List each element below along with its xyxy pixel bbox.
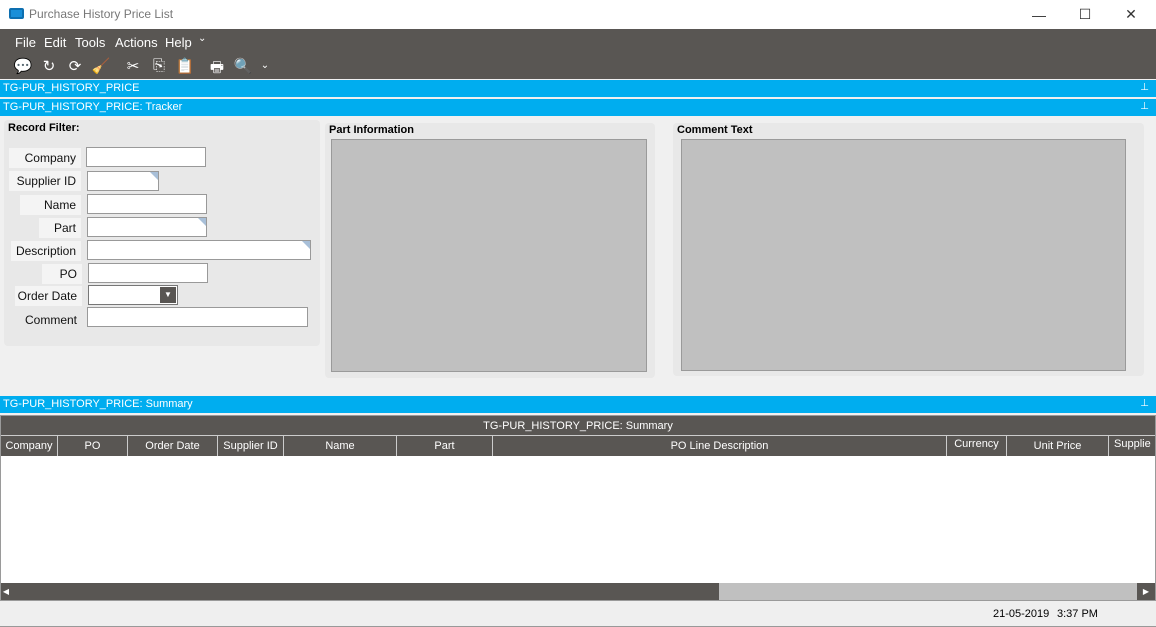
column-header-po[interactable]: PO	[58, 436, 128, 456]
status-bar: 21-05-2019 3:37 PM	[0, 601, 1156, 627]
chat-icon[interactable]: 💬	[13, 57, 33, 75]
column-header-part[interactable]: Part	[397, 436, 493, 456]
column-header-supplier[interactable]: Supplie	[1109, 436, 1156, 456]
part-information-area	[331, 139, 647, 372]
main-bar-title: TG-PUR_HISTORY_PRICE	[3, 82, 140, 94]
paste-icon[interactable]: 📋	[175, 57, 195, 75]
print-preview-icon[interactable]: 🔍	[233, 57, 253, 75]
main-bar: TG-PUR_HISTORY_PRICE ⊥	[0, 80, 1156, 97]
close-button[interactable]: ✕	[1108, 0, 1154, 29]
menu-edit[interactable]: Edit	[44, 35, 66, 50]
company-label: Company	[9, 148, 81, 168]
summary-bar: TG-PUR_HISTORY_PRICE: Summary ⊥	[0, 396, 1156, 413]
clear-broom-icon[interactable]: 🧹	[91, 57, 111, 75]
tracker-bar: TG-PUR_HISTORY_PRICE: Tracker ⊥	[0, 99, 1156, 116]
menu-help[interactable]: Help	[165, 35, 192, 50]
name-input[interactable]	[87, 194, 207, 214]
comment-input[interactable]	[87, 307, 308, 327]
column-header-unit-price[interactable]: Unit Price	[1007, 436, 1109, 456]
pin-icon[interactable]: ⊥	[1140, 82, 1149, 93]
tracker-bar-title: TG-PUR_HISTORY_PRICE: Tracker	[3, 101, 183, 113]
scroll-right-icon[interactable]: ▶	[1137, 583, 1155, 600]
po-label: PO	[42, 264, 82, 284]
menu-file[interactable]: File	[15, 35, 36, 50]
pin-icon[interactable]: ⊥	[1140, 398, 1149, 409]
horizontal-scrollbar[interactable]: ◀ ▶	[1, 583, 1155, 600]
description-label: Description	[11, 241, 81, 261]
status-time: 3:37 PM	[1057, 608, 1098, 620]
column-header-supplier-id[interactable]: Supplier ID	[218, 436, 284, 456]
title-bar: Purchase History Price List — ☐ ✕	[0, 0, 1156, 29]
column-header-order-date[interactable]: Order Date	[128, 436, 218, 456]
company-input[interactable]	[86, 147, 206, 167]
order-date-dropdown[interactable]: ▼	[88, 285, 178, 305]
record-filter-title: Record Filter:	[8, 122, 80, 134]
window-title: Purchase History Price List	[29, 7, 174, 21]
maximize-button[interactable]: ☐	[1062, 0, 1108, 29]
summary-bar-title: TG-PUR_HISTORY_PRICE: Summary	[3, 398, 193, 410]
grid-header-row: Company PO Order Date Supplier ID Name P…	[1, 436, 1155, 456]
comment-text-area	[681, 139, 1126, 371]
summary-grid: TG-PUR_HISTORY_PRICE: Summary Company PO…	[0, 415, 1156, 601]
status-date: 21-05-2019	[993, 608, 1050, 620]
copy-icon[interactable]: ⎘	[149, 57, 169, 75]
part-information-title: Part Information	[329, 124, 414, 136]
description-input[interactable]	[87, 240, 311, 260]
menu-toolbar-area: File Edit Tools Actions Help ⌄	[0, 29, 1156, 79]
supplier-id-label: Supplier ID	[9, 171, 81, 191]
toolbar-overflow-icon[interactable]: ⌄	[255, 60, 275, 78]
supplier-id-input[interactable]	[87, 171, 159, 191]
refresh-icon[interactable]: ↻	[39, 57, 59, 75]
part-input[interactable]	[87, 217, 207, 237]
print-icon[interactable]: 🖶	[207, 57, 227, 76]
grid-title: TG-PUR_HISTORY_PRICE: Summary	[1, 416, 1155, 436]
column-header-po-line-description[interactable]: PO Line Description	[493, 436, 947, 456]
menu-actions[interactable]: Actions	[115, 35, 158, 50]
comment-text-title: Comment Text	[677, 124, 753, 136]
app-icon	[9, 8, 24, 19]
po-input[interactable]	[88, 263, 208, 283]
column-header-company[interactable]: Company	[1, 436, 58, 456]
part-label: Part	[39, 218, 81, 238]
pin-icon[interactable]: ⊥	[1140, 101, 1149, 112]
chevron-down-icon[interactable]: ▼	[160, 287, 176, 303]
column-header-name[interactable]: Name	[284, 436, 397, 456]
menu-overflow-icon[interactable]: ⌄	[198, 33, 206, 44]
name-label: Name	[20, 195, 81, 215]
minimize-button[interactable]: —	[1016, 0, 1062, 29]
menu-tools[interactable]: Tools	[75, 35, 105, 50]
scrollbar-thumb[interactable]	[11, 583, 719, 600]
comment-label: Comment	[24, 313, 77, 327]
cut-icon[interactable]: ✂	[123, 57, 143, 75]
scroll-left-icon[interactable]: ◀	[1, 583, 11, 600]
order-date-label: Order Date	[15, 286, 82, 306]
sync-icon[interactable]: ⟳	[65, 57, 85, 75]
column-header-currency[interactable]: Currency	[947, 436, 1007, 456]
